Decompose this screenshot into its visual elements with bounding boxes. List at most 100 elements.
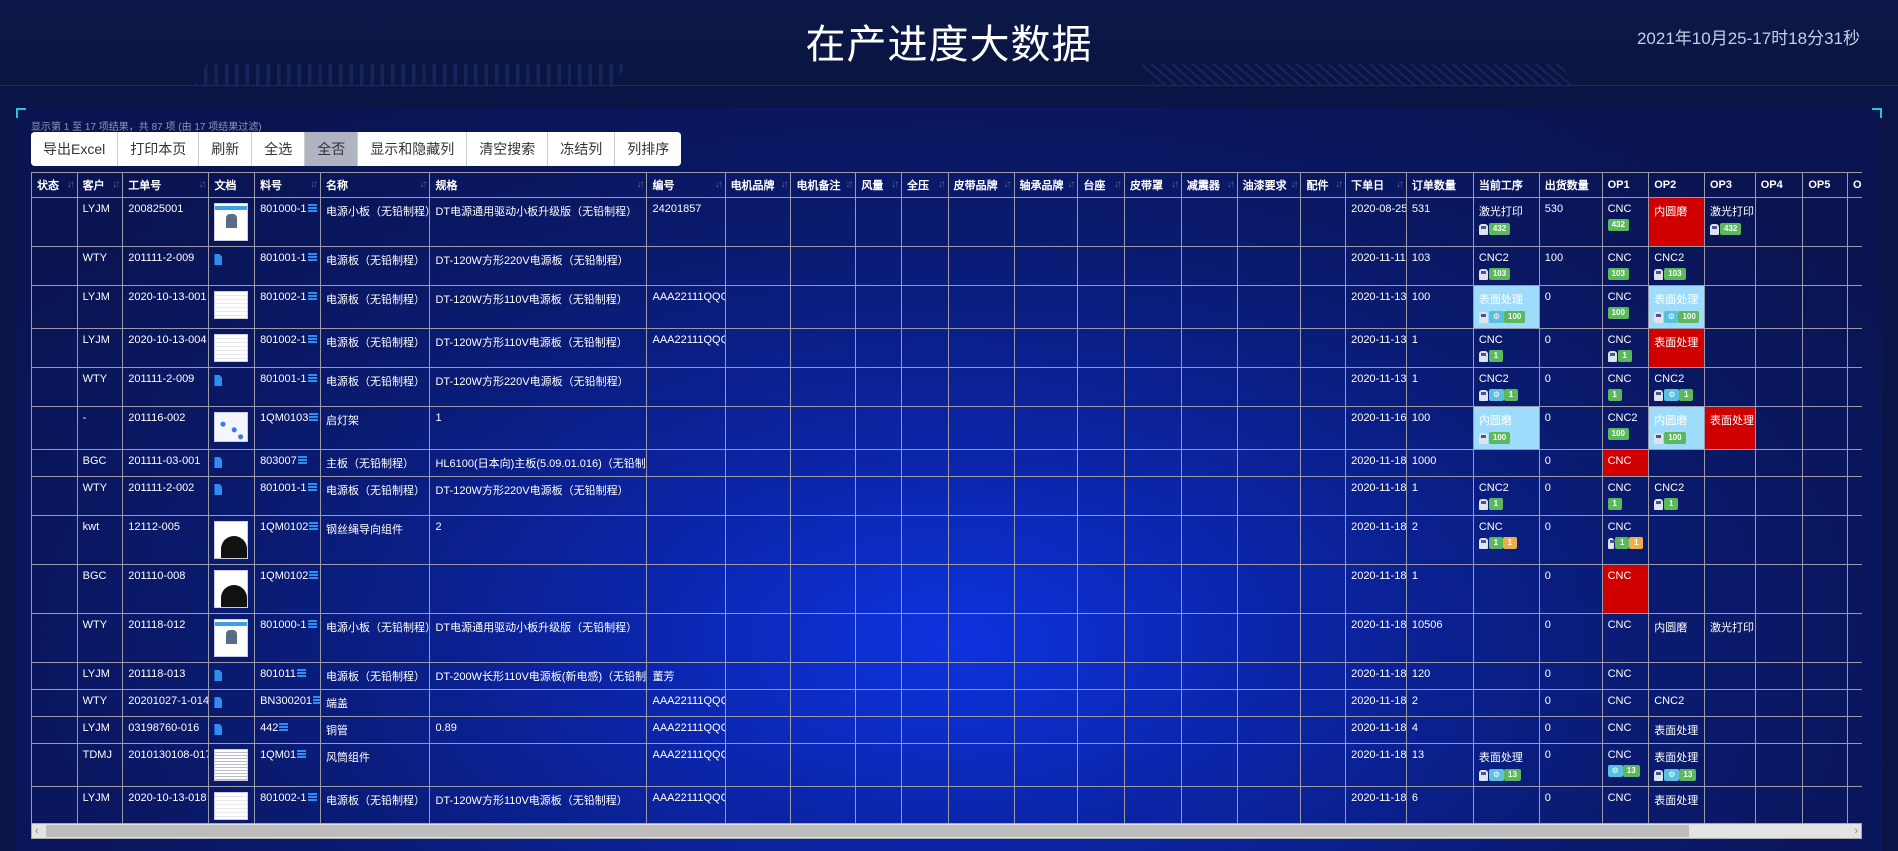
op5-cell[interactable] <box>1802 743 1848 787</box>
sort-icon[interactable]: ↓↑ <box>67 179 75 190</box>
op6-cell[interactable] <box>1846 476 1862 516</box>
column-header[interactable]: 工单号 ↓↑ <box>122 172 210 198</box>
op4-cell[interactable] <box>1754 406 1804 450</box>
op6-cell[interactable] <box>1846 197 1862 247</box>
column-header[interactable]: 电机备注 ↓↑ <box>790 172 857 198</box>
current-process-cell[interactable] <box>1472 689 1540 717</box>
current-process-cell[interactable] <box>1472 564 1540 614</box>
table-row[interactable]: WTY 201111-2-002 801001-1 电源板（无铅制程） DT-120W方… <box>31 476 1862 516</box>
document-thumbnail[interactable] <box>214 521 249 559</box>
column-header[interactable]: 文档 <box>208 172 256 198</box>
op3-cell[interactable]: 激光打印 <box>1704 613 1756 663</box>
sort-icon[interactable]: ↓↑ <box>891 179 899 190</box>
toolbar-button-3[interactable]: 全选 <box>252 132 306 166</box>
sort-icon[interactable]: ↓↑ <box>1004 179 1012 190</box>
op2-cell[interactable]: 表面处理 ⚙ 100 <box>1648 285 1705 329</box>
column-header[interactable]: 料号 ↓↑ <box>254 172 321 198</box>
current-process-cell[interactable]: 表面处理 ⚙ 13 <box>1472 743 1540 787</box>
column-header[interactable]: OP6 <box>1846 172 1862 198</box>
table-row[interactable]: LYJM 201118-013 801011 电源板（无铅制程） DT-200W长形11… <box>31 662 1862 690</box>
op3-cell[interactable] <box>1704 662 1756 690</box>
op1-cell[interactable]: CNC 1 <box>1601 476 1650 516</box>
current-process-cell[interactable]: CNC 1 <box>1472 328 1540 368</box>
document-cell[interactable] <box>208 246 256 286</box>
op6-cell[interactable] <box>1846 285 1862 329</box>
sort-icon[interactable]: ↓↑ <box>1290 179 1298 190</box>
current-process-cell[interactable] <box>1472 662 1540 690</box>
op4-cell[interactable] <box>1754 328 1804 368</box>
op3-cell[interactable]: 表面处理 <box>1704 406 1756 450</box>
column-header[interactable]: 轴承品牌 ↓↑ <box>1013 172 1079 198</box>
op5-cell[interactable] <box>1802 285 1848 329</box>
op6-cell[interactable] <box>1846 716 1862 744</box>
op1-cell[interactable]: CNC 103 <box>1601 246 1650 286</box>
op2-cell[interactable]: 内圆磨 100 <box>1648 406 1705 450</box>
op4-cell[interactable] <box>1754 449 1804 477</box>
op5-cell[interactable] <box>1802 613 1848 663</box>
file-icon[interactable] <box>214 697 223 708</box>
list-icon[interactable] <box>307 374 317 383</box>
op4-cell[interactable] <box>1754 197 1804 247</box>
op1-cell[interactable]: CNC 1 1 <box>1601 515 1650 565</box>
column-header[interactable]: 电机品牌 ↓↑ <box>724 172 792 198</box>
op1-cell[interactable]: CNC <box>1601 449 1650 477</box>
file-icon[interactable] <box>214 670 223 681</box>
op6-cell[interactable] <box>1846 613 1862 663</box>
op6-cell[interactable] <box>1846 662 1862 690</box>
sort-icon[interactable]: ↓↑ <box>1335 179 1343 190</box>
sort-icon[interactable]: ↓↑ <box>938 179 946 190</box>
column-header[interactable]: 减震器 ↓↑ <box>1180 172 1238 198</box>
document-cell[interactable] <box>208 367 256 407</box>
op6-cell[interactable] <box>1846 564 1862 614</box>
list-icon[interactable] <box>307 335 317 344</box>
op1-cell[interactable]: CNC <box>1601 716 1650 744</box>
toolbar-button-0[interactable]: 导出Excel <box>31 132 119 166</box>
list-icon[interactable] <box>309 571 319 580</box>
table-row[interactable]: LYJM 2020-10-13-001 801002-1 电源板（无铅制程） DT-12… <box>31 285 1862 329</box>
sort-icon[interactable]: ↓↑ <box>112 179 120 190</box>
op6-cell[interactable] <box>1846 367 1862 407</box>
op6-cell[interactable] <box>1846 743 1862 787</box>
column-header[interactable]: 状态 ↓↑ <box>31 172 78 198</box>
op4-cell[interactable] <box>1754 743 1804 787</box>
table-row[interactable]: BGC 201110-008 1QM0102 2020-11-18 1 0 CNC <box>31 564 1862 614</box>
op5-cell[interactable] <box>1802 197 1848 247</box>
table-row[interactable]: WTY 201111-2-009 801001-1 电源板（无铅制程） DT-120W方… <box>31 367 1862 407</box>
op2-cell[interactable]: CNC2 ⚙ 1 <box>1648 367 1705 407</box>
op1-cell[interactable]: CNC 1 <box>1601 367 1650 407</box>
toolbar-button-6[interactable]: 清空搜索 <box>467 132 549 166</box>
op6-cell[interactable] <box>1846 515 1862 565</box>
table-row[interactable]: kwt 12112-005 1QM0102 钢丝绳导向组件 2 2020-11-18 2 CN… <box>31 515 1862 565</box>
sort-icon[interactable]: ↓↑ <box>1114 179 1122 190</box>
op5-cell[interactable] <box>1802 406 1848 450</box>
op3-cell[interactable] <box>1704 476 1756 516</box>
sort-icon[interactable]: ↓↑ <box>636 179 644 190</box>
op3-cell[interactable] <box>1704 564 1756 614</box>
sort-icon[interactable]: ↓↑ <box>715 179 723 190</box>
horizontal-scrollbar[interactable]: ‹ › <box>31 823 1862 839</box>
op1-cell[interactable]: CNC2 100 <box>1601 406 1650 450</box>
op5-cell[interactable] <box>1802 716 1848 744</box>
document-thumbnail[interactable] <box>214 570 249 608</box>
op2-cell[interactable] <box>1648 449 1705 477</box>
document-thumbnail[interactable] <box>214 412 249 442</box>
op4-cell[interactable] <box>1754 476 1804 516</box>
table-row[interactable]: LYJM 2020-10-13-004 801002-1 电源板（无铅制程） DT-12… <box>31 328 1862 368</box>
document-thumbnail[interactable] <box>214 619 249 657</box>
document-cell[interactable] <box>208 285 256 329</box>
list-icon[interactable] <box>296 669 306 678</box>
column-header[interactable]: 配件 ↓↑ <box>1300 172 1347 198</box>
sort-icon[interactable]: ↓↑ <box>1227 179 1235 190</box>
current-process-cell[interactable] <box>1472 613 1540 663</box>
toolbar-button-2[interactable]: 刷新 <box>199 132 253 166</box>
column-header[interactable]: OP3 <box>1704 172 1756 198</box>
op1-cell[interactable]: CNC 100 <box>1601 285 1650 329</box>
current-process-cell[interactable]: CNC2 1 <box>1472 476 1540 516</box>
table-row[interactable]: WTY 20201027-1-014 BN300201 端盖 AAA22111QQQ 20… <box>31 689 1862 717</box>
document-cell[interactable] <box>208 449 256 477</box>
list-icon[interactable] <box>307 292 317 301</box>
document-thumbnail[interactable] <box>214 792 249 820</box>
current-process-cell[interactable]: CNC2 103 <box>1472 246 1540 286</box>
op1-cell[interactable]: CNC <box>1601 689 1650 717</box>
current-process-cell[interactable]: 内圆磨 100 <box>1472 406 1540 450</box>
